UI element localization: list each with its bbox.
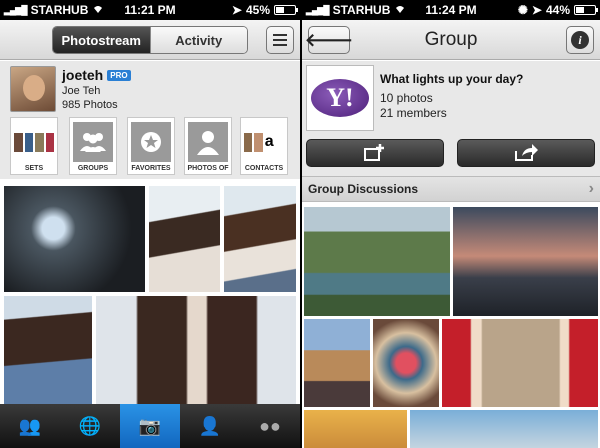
- view-switcher: Photostream Activity: [52, 26, 248, 54]
- add-to-group-button[interactable]: [306, 139, 444, 167]
- list-icon: [273, 34, 287, 36]
- group-name: What lights up your day?: [380, 72, 524, 86]
- yahoo-logo-icon: Y!: [311, 79, 369, 117]
- bottom-tab-bar: 👥 🌐 📷 👤 ●●: [0, 404, 300, 448]
- sets-thumbnail-icon: [14, 122, 54, 162]
- list-view-button[interactable]: [266, 26, 294, 54]
- signal-icon: ▂▄▆█: [4, 4, 28, 15]
- info-button[interactable]: i: [566, 26, 594, 54]
- photo-count: 985 Photos: [62, 99, 118, 111]
- status-bar: ▂▄▆█ STARHUB 11:24 PM ✺ ➤ 44%: [302, 0, 600, 20]
- share-icon: [515, 144, 538, 161]
- tile-label: PHOTOS OF: [187, 165, 229, 172]
- photo-thumbnail[interactable]: [410, 410, 598, 448]
- tab-activity[interactable]: Activity: [149, 27, 247, 53]
- photo-grid: [0, 181, 300, 404]
- wifi-icon: [394, 3, 406, 17]
- group-avatar: Y!: [306, 65, 374, 131]
- battery-icon: [274, 5, 298, 15]
- photo-thumbnail[interactable]: [96, 296, 296, 404]
- activity-spinner-icon: ✺: [517, 3, 528, 17]
- avatar[interactable]: [10, 66, 56, 112]
- people-icon[interactable]: 👥: [0, 404, 60, 448]
- location-icon: ➤: [531, 3, 542, 17]
- tile-label: GROUPS: [77, 165, 109, 172]
- photo-thumbnail[interactable]: [442, 319, 598, 407]
- photostream-screen: ▂▄▆█ STARHUB 11:21 PM ➤ 45% Photostream …: [0, 0, 300, 448]
- contacts-thumbnail-icon: a: [244, 122, 284, 162]
- photo-thumbnail[interactable]: [304, 207, 450, 316]
- photos-of-tile[interactable]: PHOTOS OF: [184, 117, 232, 175]
- profile-header: joeteh PRO Joe Teh 985 Photos SETS GROUP…: [0, 61, 300, 179]
- battery-percent: 44%: [545, 3, 570, 17]
- tab-photostream[interactable]: Photostream: [53, 27, 150, 53]
- page-title: Group: [424, 29, 478, 50]
- photo-grid: [302, 203, 600, 448]
- signal-icon: ▂▄▆█: [306, 4, 330, 15]
- favorites-tile[interactable]: FAVORITES: [127, 117, 175, 175]
- photo-thumbnail[interactable]: [304, 410, 407, 448]
- discussions-label: Group Discussions: [308, 182, 419, 196]
- info-icon: i: [571, 31, 589, 49]
- wifi-icon: [92, 3, 104, 17]
- share-button[interactable]: [457, 139, 595, 167]
- tile-label: FAVORITES: [131, 165, 171, 172]
- photo-thumbnail[interactable]: [149, 186, 220, 292]
- group-member-count: 21 members: [380, 106, 447, 120]
- top-nav: 🡐 Group i: [302, 20, 600, 60]
- status-bar: ▂▄▆█ STARHUB 11:21 PM ➤ 45%: [0, 0, 300, 20]
- person-icon[interactable]: 👤: [180, 404, 240, 448]
- sets-tile[interactable]: SETS: [10, 117, 58, 175]
- pro-badge: PRO: [107, 69, 131, 81]
- real-name: Joe Teh: [62, 85, 101, 97]
- group-header: Y! What lights up your day? 10 photos 21…: [302, 61, 600, 176]
- photo-thumbnail[interactable]: [4, 296, 92, 404]
- group-discussions-row[interactable]: Group Discussions ›: [302, 176, 600, 202]
- globe-icon[interactable]: 🌐: [60, 404, 120, 448]
- person-icon: [188, 122, 228, 162]
- flickr-dots-icon[interactable]: ●●: [240, 404, 300, 448]
- tile-label: CONTACTS: [244, 165, 284, 172]
- groups-icon: [73, 122, 113, 162]
- carrier-name: STARHUB: [30, 3, 89, 17]
- photo-thumbnail[interactable]: [453, 207, 598, 316]
- tile-label: SETS: [24, 165, 44, 172]
- camera-icon[interactable]: 📷: [120, 404, 180, 448]
- photo-thumbnail[interactable]: [4, 186, 145, 292]
- top-nav: Photostream Activity: [0, 20, 300, 60]
- group-screen: ▂▄▆█ STARHUB 11:24 PM ✺ ➤ 44% 🡐 Group i …: [302, 0, 600, 448]
- contacts-tile[interactable]: a CONTACTS: [240, 117, 288, 175]
- add-square-icon: [364, 144, 384, 161]
- photo-thumbnail[interactable]: [304, 319, 370, 407]
- groups-tile[interactable]: GROUPS: [69, 117, 117, 175]
- chevron-right-icon: ›: [588, 180, 594, 197]
- username: joeteh: [62, 67, 104, 83]
- photo-thumbnail[interactable]: [224, 186, 296, 292]
- battery-icon: [574, 5, 598, 15]
- location-icon: ➤: [231, 3, 242, 17]
- carrier-name: STARHUB: [332, 3, 391, 17]
- battery-percent: 45%: [245, 3, 270, 17]
- star-icon: [131, 122, 171, 162]
- photo-thumbnail[interactable]: [373, 319, 439, 407]
- group-photo-count: 10 photos: [380, 91, 433, 105]
